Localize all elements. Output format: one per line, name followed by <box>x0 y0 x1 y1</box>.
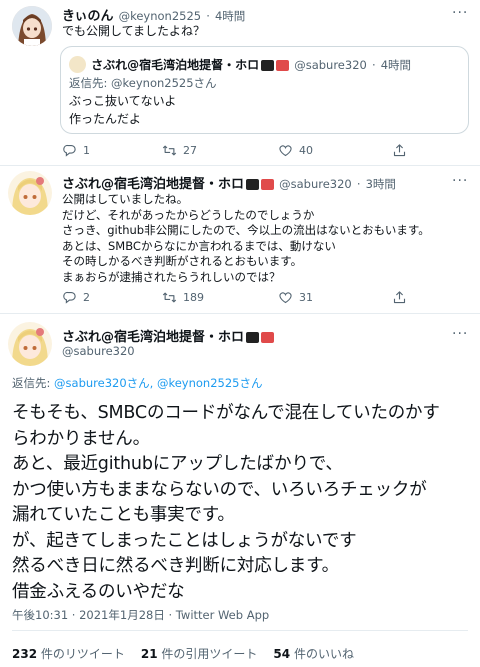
display-name[interactable]: さぶれ@宿毛湾泊地提督・ホロ <box>62 177 244 192</box>
quotes-label: 件の引用ツイート <box>157 647 258 661</box>
timestamp[interactable]: 3時間 <box>366 177 396 191</box>
retweet-icon <box>162 290 177 305</box>
quote-line: ぶっこ抜いてないよ <box>69 94 177 108</box>
quote-avatar <box>69 56 86 73</box>
retweets-label: 件のリツイート <box>37 647 125 661</box>
main-text: そもそも、SMBCのコードがなんで混在していたのかす らわかりません。 あと、最… <box>12 401 440 605</box>
tweet2-text: 公開はしていましたね。 だけど、それがあったからどうしたのでしょうか さっき、g… <box>62 192 430 285</box>
like-button[interactable]: 40 <box>278 143 313 158</box>
name-emoji-icons <box>261 60 290 71</box>
engagement-stats: 232 件のリツイート 21 件の引用ツイート 54 件のいいね <box>12 645 354 662</box>
quote-line: 作ったんだよ <box>69 112 142 126</box>
tweet2-line: 公開はしていましたね。 <box>62 192 189 206</box>
quotes-count: 21 <box>140 647 158 661</box>
main-line: そもそも、SMBCのコードがなんで混在していたのかす <box>12 403 440 423</box>
tweet1-header: きぃのん @keynon2525 · 4時間 <box>62 5 245 24</box>
separator: · <box>206 9 210 23</box>
quote-header: さぶれ@宿毛湾泊地提督・ホロ @sabure320 · 4時間 <box>69 54 411 73</box>
retweet-button[interactable]: 189 <box>162 290 204 305</box>
name-emoji-icons <box>246 179 275 190</box>
reply-count: 2 <box>83 291 90 304</box>
handle[interactable]: @sabure320 <box>279 177 352 191</box>
tweet1-text: でも公開してましたよね？ <box>62 24 206 38</box>
like-button[interactable]: 31 <box>278 290 313 305</box>
timestamp: 4時間 <box>380 58 412 72</box>
quote-card[interactable]: さぶれ@宿毛湾泊地提督・ホロ @sabure320 · 4時間 返信先: @ke… <box>60 46 469 134</box>
main-line: 漏れていたことも事実です。 <box>12 505 235 525</box>
tweet2-line: さっき、github非公開にしたので、今以上の流出はないとおもいます。 <box>62 223 430 237</box>
reply-to-handle: @keynon2525さん <box>111 76 217 90</box>
main-reply-to: 返信先: @sabure320さん, @keynon2525さん <box>12 375 262 391</box>
main-line: あと、最近githubにアップしたばかりで、 <box>12 454 343 474</box>
main-display-name-row: さぶれ@宿毛湾泊地提督・ホロ <box>62 326 275 345</box>
share-button[interactable] <box>392 290 407 305</box>
handle[interactable]: @keynon2525 <box>119 9 202 23</box>
tweet2-header: さぶれ@宿毛湾泊地提督・ホロ @sabure320 · 3時間 <box>62 173 396 192</box>
reply-button[interactable]: 1 <box>62 143 90 158</box>
retweets-stat[interactable]: 232 件のリツイート <box>12 645 125 662</box>
divider <box>0 165 480 166</box>
reply-count: 1 <box>83 144 90 157</box>
timestamp[interactable]: 4時間 <box>215 9 245 23</box>
quote-text: ぶっこ抜いてないよ 作ったんだよ <box>69 94 176 127</box>
retweet-icon <box>162 143 177 158</box>
reply-prefix: 返信先: <box>12 376 55 390</box>
retweet-count: 27 <box>183 144 197 157</box>
handle: @sabure320 <box>294 58 367 72</box>
main-line: らわかりません。 <box>12 428 150 449</box>
avatar-sabure[interactable] <box>8 322 52 366</box>
tweet2-line: まぁおらが逮捕されたらうれしいのでは？ <box>62 269 281 284</box>
quote-reply-to: 返信先: @keynon2525さん <box>69 75 217 91</box>
more-icon[interactable]: ··· <box>452 326 468 342</box>
retweets-count: 232 <box>12 647 38 661</box>
name-emoji-icons <box>246 332 275 343</box>
main-line: が、起きてしまったことはしょうがないです <box>12 530 357 551</box>
main-line: 借金ふえるのいやだな <box>12 581 185 602</box>
separator: · <box>356 177 361 191</box>
retweet-count: 189 <box>183 291 204 304</box>
main-timestamp[interactable]: 午後10:31 · 2021年1月28日 · Twitter Web App <box>12 607 269 623</box>
quotes-stat[interactable]: 21 件の引用ツイート <box>141 645 258 662</box>
more-icon[interactable]: ··· <box>452 173 468 189</box>
reply-icon <box>62 143 77 158</box>
tweet2-line: その時しかるべき判断がされるとおもいます。 <box>62 254 303 268</box>
reply-to-handles[interactable]: @sabure320さん, @keynon2525さん <box>54 376 262 390</box>
separator: · <box>371 58 376 72</box>
like-count: 40 <box>299 144 313 157</box>
likes-count: 54 <box>273 647 291 661</box>
avatar-keynon[interactable] <box>12 6 52 46</box>
retweet-button[interactable]: 27 <box>162 143 197 158</box>
main-line: かつ使い方もままならないので、いろいろチェックが <box>12 479 427 500</box>
divider <box>0 313 480 314</box>
main-line: 然るべき日に然るべき判断に対応します。 <box>12 556 339 576</box>
like-count: 31 <box>299 291 313 304</box>
reply-prefix: 返信先: <box>69 76 112 90</box>
tweet2-line: あとは、SMBCからなにか言われるまでは、動けない <box>62 238 336 253</box>
divider <box>12 630 468 631</box>
handle[interactable]: @sabure320 <box>62 344 135 358</box>
heart-icon <box>278 143 293 158</box>
likes-label: 件のいいね <box>290 647 354 661</box>
display-name[interactable]: きぃのん <box>62 9 113 24</box>
reply-icon <box>62 290 77 305</box>
more-icon[interactable]: ··· <box>452 5 468 21</box>
likes-stat[interactable]: 54 件のいいね <box>273 645 354 662</box>
share-icon <box>392 290 407 305</box>
share-button[interactable] <box>392 143 407 158</box>
tweet2-line: だけど、それがあったからどうしたのでしょうか <box>62 207 315 222</box>
reply-button[interactable]: 2 <box>62 290 90 305</box>
display-name: さぶれ@宿毛湾泊地提督・ホロ <box>91 58 260 72</box>
avatar-sabure[interactable] <box>8 171 52 215</box>
heart-icon <box>278 290 293 305</box>
share-icon <box>392 143 407 158</box>
display-name[interactable]: さぶれ@宿毛湾泊地提督・ホロ <box>62 330 244 345</box>
